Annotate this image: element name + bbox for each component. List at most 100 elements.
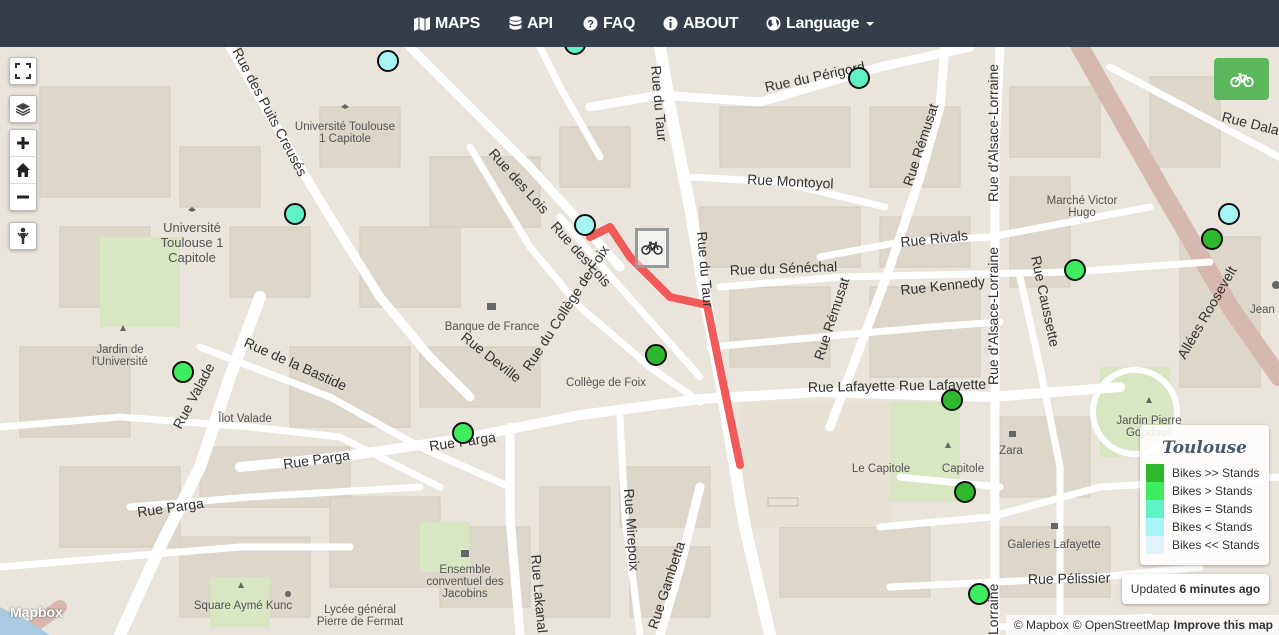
street-label: Rue du Sénéchal (730, 258, 838, 278)
bank-icon (487, 303, 496, 310)
legend-swatch (1146, 464, 1164, 482)
poi-label: Marché Victor (1047, 195, 1118, 207)
poi-label: Banque de France (445, 321, 540, 333)
legend-item-label: Bikes = Stands (1172, 502, 1253, 516)
poi-label: 1 Capitole (319, 133, 371, 145)
question-circle-icon: ? (583, 16, 598, 31)
nav-faq[interactable]: ? FAQ (583, 0, 635, 47)
map-canvas[interactable]: Rue des Puits Creusés Rue du Périgord Ru… (0, 47, 1279, 635)
legend-swatch (1146, 518, 1164, 536)
globe-icon (766, 16, 781, 31)
legend-item: Bikes >> Stands (1140, 464, 1269, 482)
locate-button[interactable] (10, 223, 36, 249)
street-label: Rue du Collège de Foix (519, 242, 612, 373)
bike-station-marker[interactable] (172, 361, 194, 383)
poi-label: Université (163, 220, 221, 235)
nav-maps[interactable]: MAPS (414, 0, 480, 47)
poi-label: conventuel des (426, 576, 504, 588)
poi-label: Lycée général (324, 604, 396, 616)
bike-station-marker[interactable] (284, 203, 306, 225)
legend-item: Bikes > Stands (1140, 482, 1269, 500)
updated-prefix: Updated (1130, 582, 1177, 596)
nav-language-label: Language (786, 15, 860, 32)
locate-control (9, 222, 37, 250)
legend-item: Bikes < Stands (1140, 518, 1269, 536)
poi-label: Capitole (168, 250, 216, 265)
street-label: Rue d'Alsace-Lorraine (985, 64, 1001, 202)
mapbox-logo[interactable]: Mapbox (10, 604, 63, 620)
legend-city-title: Toulouse (1162, 438, 1247, 458)
bike-station-marker[interactable] (452, 422, 474, 444)
poi-label: Université Toulouse (295, 121, 395, 133)
nav-about[interactable]: ABOUT (663, 0, 739, 47)
street-label: Rue Montoyol (747, 171, 834, 191)
legend-item: Bikes = Stands (1140, 500, 1269, 518)
osm-attribution-link[interactable]: © OpenStreetMap (1073, 618, 1170, 632)
legend-item-label: Bikes > Stands (1172, 484, 1253, 498)
poi-label: Collège de Foix (566, 377, 646, 389)
bike-station-marker[interactable] (574, 214, 596, 236)
bike-station-marker[interactable] (1218, 203, 1240, 225)
bike-station-marker[interactable] (1064, 259, 1086, 281)
street-label: Rue d'Alsace-Lorraine (985, 247, 1001, 385)
map-base-layer: Rue des Puits Creusés Rue du Périgord Ru… (0, 47, 1279, 635)
poi-label: Jean (1250, 304, 1275, 316)
bike-station-marker[interactable] (848, 67, 870, 89)
updated-value: 6 minutes ago (1179, 582, 1261, 596)
legend-item-label: Bikes < Stands (1172, 520, 1253, 534)
nav-faq-label: FAQ (603, 15, 635, 32)
minus-icon (17, 195, 29, 199)
legend-item: Bikes << Stands (1140, 536, 1269, 554)
bike-station-marker[interactable] (941, 389, 963, 411)
legend-swatch (1146, 536, 1164, 554)
poi-label: Pierre de Fermat (317, 616, 404, 628)
poi-label: Toulouse 1 (161, 235, 224, 250)
poi-label: Ensemble (439, 564, 490, 576)
availability-legend: Toulouse Bikes >> Stands Bikes > Stands … (1140, 425, 1269, 565)
fullscreen-control (9, 57, 37, 85)
layers-control (9, 95, 37, 123)
info-circle-icon (663, 16, 678, 31)
bike-station-marker[interactable] (377, 50, 399, 72)
bike-station-marker[interactable] (954, 481, 976, 503)
theatre-icon (285, 591, 291, 597)
poi-label: l'Université (92, 356, 148, 368)
nav-api[interactable]: API (509, 0, 553, 47)
bicycle-icon (641, 241, 663, 255)
legend-item-label: Bikes >> Stands (1172, 466, 1260, 480)
map-icon (414, 16, 430, 31)
bicycle-icon (1229, 72, 1254, 87)
map-attribution: © Mapbox © OpenStreetMap Improve this ma… (1005, 615, 1279, 635)
fullscreen-icon (15, 63, 31, 79)
poi-label: Capitole (942, 463, 984, 475)
fullscreen-button[interactable] (10, 58, 36, 84)
mapbox-attribution-link[interactable]: © Mapbox (1014, 618, 1069, 632)
poi-label: Square Aymé Kunc (194, 600, 292, 612)
bike-station-marker[interactable] (1201, 228, 1223, 250)
legend-swatch (1146, 482, 1164, 500)
poi-label: Jardin de (96, 344, 143, 356)
nav-language-dropdown[interactable]: Language (766, 0, 875, 47)
zoom-home-button[interactable] (10, 156, 36, 183)
plus-icon (17, 137, 29, 149)
bike-station-marker[interactable] (968, 583, 990, 605)
svg-text:?: ? (587, 19, 594, 31)
nav-api-label: API (527, 15, 553, 32)
poi-label: Jacobins (442, 588, 488, 600)
legend-item-label: Bikes << Stands (1172, 538, 1260, 552)
clothing-icon (1009, 431, 1016, 437)
improve-map-link[interactable]: Improve this map (1174, 618, 1273, 632)
legend-swatch (1146, 500, 1164, 518)
zoom-in-button[interactable] (10, 130, 36, 156)
selected-station-marker[interactable] (635, 228, 669, 268)
home-icon (16, 163, 30, 177)
poi-label: Galeries Lafayette (1007, 539, 1100, 551)
chevron-down-icon (866, 21, 875, 26)
bike-station-marker[interactable] (645, 344, 667, 366)
school-icon (188, 207, 196, 212)
bike-mode-button[interactable] (1214, 58, 1269, 100)
monument-icon (461, 550, 469, 557)
layers-button[interactable] (10, 96, 36, 122)
zoom-out-button[interactable] (10, 183, 36, 210)
parking-icon (1272, 281, 1279, 289)
